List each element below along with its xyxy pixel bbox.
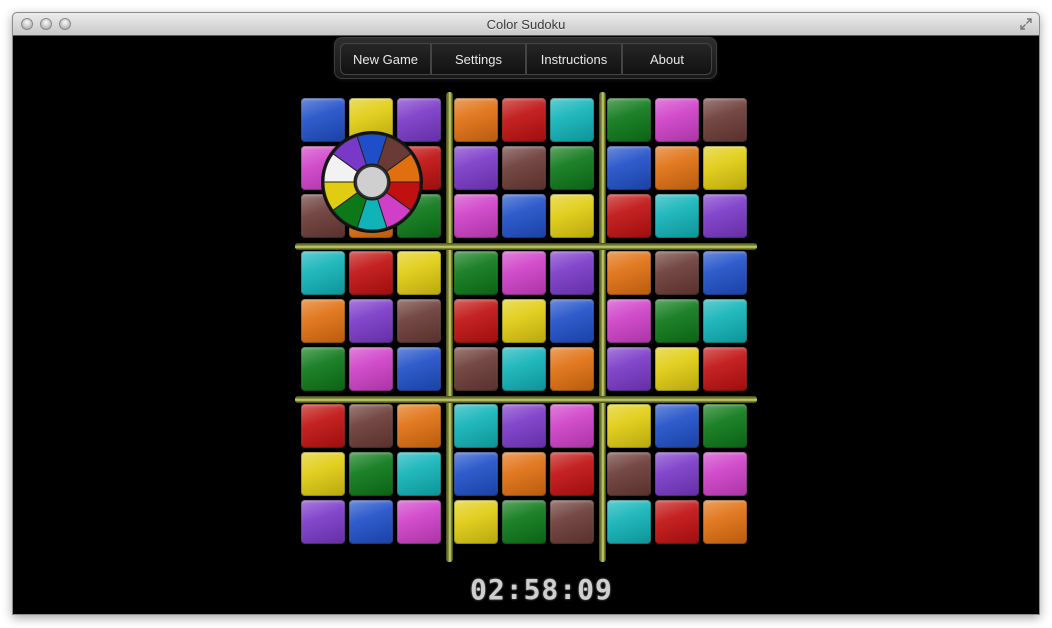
board-cell[interactable] [301, 347, 345, 391]
board-cell[interactable] [349, 251, 393, 295]
bamboo-divider-h2 [295, 396, 757, 403]
board-cell[interactable] [397, 347, 441, 391]
board-cell[interactable] [454, 98, 498, 142]
bamboo-divider-v1 [446, 92, 453, 562]
board-cell[interactable] [502, 347, 546, 391]
board-cell[interactable] [301, 404, 345, 448]
board-cell[interactable] [301, 251, 345, 295]
board-cell[interactable] [550, 347, 594, 391]
board-cell[interactable] [655, 194, 699, 238]
board-cell[interactable] [607, 452, 651, 496]
board-cell[interactable] [607, 404, 651, 448]
about-button[interactable]: About [622, 43, 712, 75]
board-cell[interactable] [550, 98, 594, 142]
board-cell[interactable] [655, 404, 699, 448]
board-cell[interactable] [550, 452, 594, 496]
board-cell[interactable] [301, 500, 345, 544]
board-cell[interactable] [397, 251, 441, 295]
board-cell[interactable] [550, 500, 594, 544]
board-cell[interactable] [703, 194, 747, 238]
board-cell[interactable] [454, 347, 498, 391]
board-cell[interactable] [454, 452, 498, 496]
board-cell[interactable] [607, 251, 651, 295]
board-cell[interactable] [703, 251, 747, 295]
board-cell[interactable] [454, 299, 498, 343]
bamboo-divider-v2 [599, 92, 606, 562]
board-cell[interactable] [454, 194, 498, 238]
board-cell[interactable] [349, 347, 393, 391]
board-cell[interactable] [703, 146, 747, 190]
board-cell[interactable] [655, 347, 699, 391]
board-cell[interactable] [349, 299, 393, 343]
settings-button[interactable]: Settings [431, 43, 526, 75]
board-cell[interactable] [301, 452, 345, 496]
board-cell[interactable] [655, 146, 699, 190]
board-cell[interactable] [502, 98, 546, 142]
board-cell[interactable] [550, 194, 594, 238]
board-cell[interactable] [454, 251, 498, 295]
board-cell[interactable] [349, 452, 393, 496]
fullscreen-icon[interactable] [1019, 17, 1033, 31]
board-cell[interactable] [349, 404, 393, 448]
new-game-button[interactable]: New Game [340, 43, 431, 75]
wheel-clear-center[interactable] [355, 165, 389, 199]
board-cell[interactable] [703, 404, 747, 448]
board-cell[interactable] [607, 500, 651, 544]
board-cell[interactable] [703, 299, 747, 343]
board-cell[interactable] [502, 251, 546, 295]
board-cell[interactable] [502, 404, 546, 448]
board-cell[interactable] [397, 500, 441, 544]
game-timer: 02:58:09 [470, 573, 613, 606]
board-cell[interactable] [703, 347, 747, 391]
board-cell[interactable] [454, 500, 498, 544]
board-cell[interactable] [607, 347, 651, 391]
board-cell[interactable] [655, 299, 699, 343]
board-cell[interactable] [703, 500, 747, 544]
game-area: New Game Settings Instructions About 02:… [13, 36, 1039, 614]
board-cell[interactable] [655, 251, 699, 295]
color-picker-wheel[interactable] [320, 130, 424, 234]
menu-bar: New Game Settings Instructions About [334, 37, 717, 79]
board-cell[interactable] [607, 194, 651, 238]
board-cell[interactable] [502, 299, 546, 343]
board-cell[interactable] [550, 251, 594, 295]
board-cell[interactable] [502, 452, 546, 496]
board-cell[interactable] [655, 500, 699, 544]
instructions-button[interactable]: Instructions [526, 43, 622, 75]
window-title: Color Sudoku [486, 17, 566, 32]
board-cell[interactable] [301, 299, 345, 343]
board-cell[interactable] [502, 194, 546, 238]
board-cell[interactable] [655, 452, 699, 496]
board-cell[interactable] [454, 404, 498, 448]
board-cell[interactable] [703, 98, 747, 142]
board-cell[interactable] [349, 500, 393, 544]
bamboo-divider-h1 [295, 243, 757, 250]
board-cell[interactable] [502, 146, 546, 190]
board-cell[interactable] [607, 299, 651, 343]
board-cell[interactable] [397, 404, 441, 448]
board-cell[interactable] [550, 146, 594, 190]
board-cell[interactable] [397, 452, 441, 496]
board-cell[interactable] [607, 98, 651, 142]
board-cell[interactable] [550, 299, 594, 343]
title-bar: Color Sudoku [13, 13, 1039, 36]
app-window: Color Sudoku New Game Settings Instructi… [12, 12, 1040, 615]
board-cell[interactable] [502, 500, 546, 544]
board-cell[interactable] [703, 452, 747, 496]
board-cell[interactable] [607, 146, 651, 190]
board-cell[interactable] [454, 146, 498, 190]
board-cell[interactable] [397, 299, 441, 343]
board-cell[interactable] [655, 98, 699, 142]
board-cell[interactable] [550, 404, 594, 448]
